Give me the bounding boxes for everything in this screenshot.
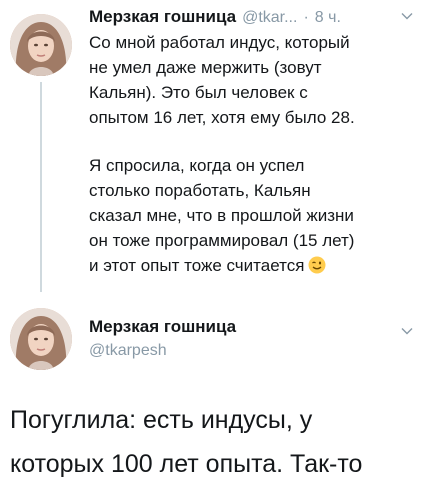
- avatar[interactable]: [10, 308, 72, 370]
- text-line: которых 100 лет опыта. Так-то: [10, 450, 363, 477]
- separator: ·: [303, 9, 309, 26]
- user-photo-icon: [10, 14, 72, 76]
- user-photo-icon: [10, 308, 72, 370]
- text-line: Я спросила, когда он успел: [89, 156, 305, 175]
- text-line: Погуглила: есть индусы, у: [10, 406, 313, 434]
- handle[interactable]: @tkarpesh: [89, 341, 167, 361]
- handle[interactable]: @tkar...: [242, 7, 297, 29]
- timestamp[interactable]: 8 ч.: [315, 7, 341, 29]
- text-line: столько поработать, Кальян: [89, 181, 311, 200]
- tweet-thread: Мерзкая гошница @tkar... · 8 ч. Со мной …: [0, 0, 423, 477]
- winking-face-icon: [308, 256, 326, 274]
- avatar[interactable]: [10, 14, 72, 76]
- chevron-down-icon[interactable]: [400, 9, 414, 23]
- text-line-with-emoji: и этот опыт тоже считается: [89, 253, 415, 278]
- tweet-text: Погуглила: есть индусы, у которых 100 ле…: [10, 398, 420, 477]
- tweet-header: Мерзкая гошница @tkar... · 8 ч.: [89, 6, 415, 29]
- text-line: опытом 16 лет, хотя ему было 28.: [89, 108, 355, 127]
- tweet-text: Со мной работал индус, который не умел д…: [89, 30, 415, 278]
- text-line: сказал мне, что в прошлой жизни: [89, 206, 354, 225]
- text-line: и этот опыт тоже считается: [89, 256, 305, 275]
- text-line: не умел даже мержить (зовут: [89, 58, 322, 77]
- text-line: Кальян). Это был человек с: [89, 83, 308, 102]
- text-line: Со мной работал индус, который: [89, 33, 350, 52]
- chevron-down-icon[interactable]: [400, 324, 414, 338]
- thread-connector-line: [40, 82, 42, 292]
- display-name[interactable]: Мерзкая гошница: [89, 6, 236, 28]
- text-line: он тоже программировал (15 лет): [89, 231, 355, 250]
- display-name[interactable]: Мерзкая гошница: [89, 316, 236, 338]
